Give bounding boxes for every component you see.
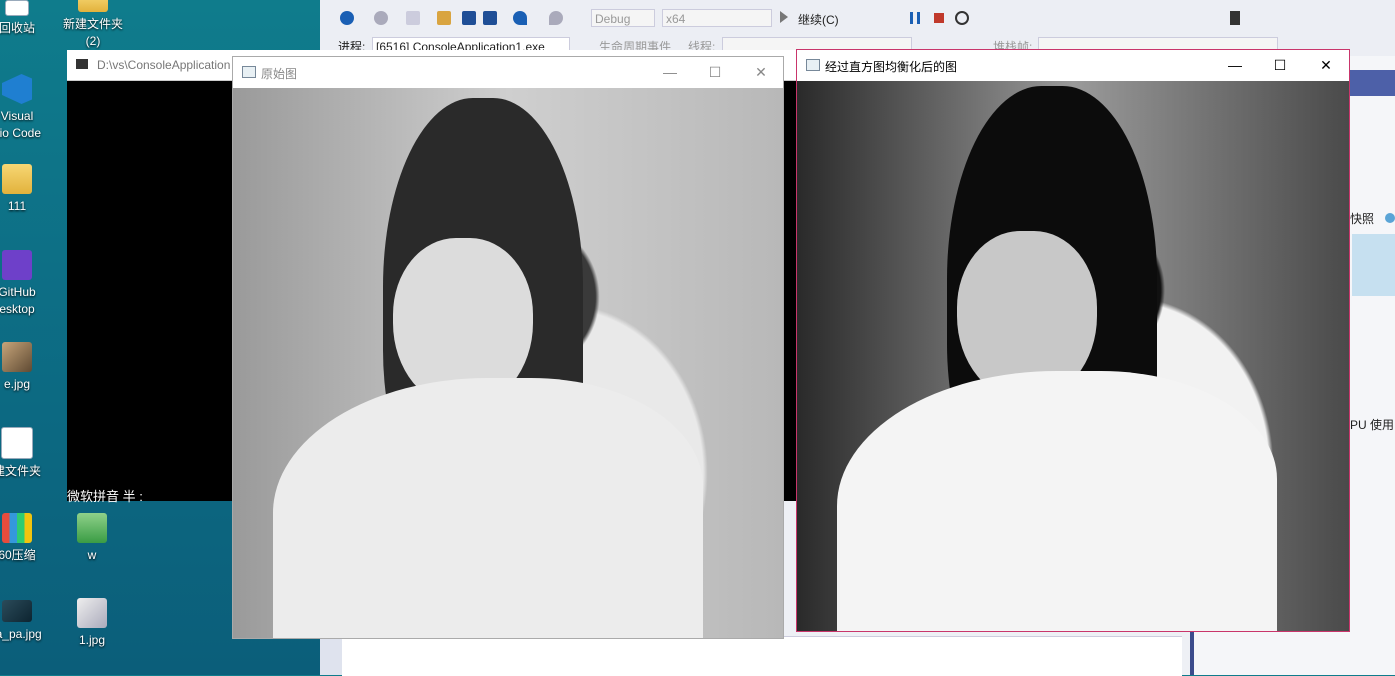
document-icon bbox=[1, 427, 33, 459]
config-select[interactable]: Debug bbox=[591, 9, 655, 27]
desktop-icon-label: GitHub esktop bbox=[0, 285, 36, 316]
restart-icon[interactable] bbox=[955, 11, 969, 25]
console-app-icon bbox=[76, 59, 88, 69]
desktop-icon-label: 60压缩 bbox=[0, 548, 36, 562]
original-photo bbox=[233, 88, 783, 638]
back-icon[interactable] bbox=[340, 11, 354, 25]
forward-icon[interactable] bbox=[374, 11, 388, 25]
github-icon bbox=[2, 250, 32, 280]
pause-icon[interactable] bbox=[910, 12, 920, 24]
desktop-icon-new-folder-2[interactable]: 新建文件夹 (2) bbox=[58, 0, 128, 50]
platform-select[interactable]: x64 bbox=[662, 9, 772, 27]
maximize-button[interactable]: ☐ bbox=[705, 62, 725, 82]
continue-button[interactable]: 继续(C) bbox=[798, 11, 839, 28]
vscode-icon bbox=[2, 74, 32, 104]
window-title: 原始图 bbox=[261, 67, 298, 81]
cpu-usage-label: PU 使用 bbox=[1350, 418, 1395, 432]
snapshot-label: 快照 bbox=[1350, 212, 1375, 226]
folder-icon bbox=[77, 513, 107, 543]
vs-editor-area[interactable] bbox=[342, 636, 1182, 676]
window-title: 经过直方图均衡化后的图 bbox=[825, 60, 958, 74]
redo-icon[interactable] bbox=[549, 11, 563, 25]
snapshot-dot-icon bbox=[1385, 213, 1395, 223]
desktop-icon-label: 回收站 bbox=[0, 21, 35, 35]
desktop-icon-new-folder[interactable]: 建文件夹 bbox=[0, 427, 52, 480]
desktop-icon-label: 1.jpg bbox=[78, 633, 106, 647]
desktop-icon-label: Visual dio Code bbox=[0, 109, 42, 140]
undo-icon[interactable] bbox=[513, 11, 527, 25]
desktop-icon-label: 建文件夹 bbox=[0, 464, 41, 478]
desktop-icon-vscode[interactable]: Visual dio Code bbox=[0, 74, 52, 142]
desktop-icon-1-jpg[interactable]: 1.jpg bbox=[57, 598, 127, 649]
save-icon[interactable] bbox=[462, 11, 476, 25]
window-app-icon bbox=[806, 59, 820, 71]
window-app-icon bbox=[242, 66, 256, 78]
desktop-icon-label: e.jpg bbox=[3, 377, 31, 391]
image-icon bbox=[2, 600, 32, 622]
window-equalized-image[interactable]: 经过直方图均衡化后的图 — ☐ ✕ bbox=[796, 49, 1350, 632]
console-title: D:\vs\ConsoleApplication bbox=[97, 58, 231, 72]
recycle-bin-icon bbox=[5, 0, 29, 16]
maximize-button[interactable]: ☐ bbox=[1270, 55, 1290, 75]
config-value: Debug bbox=[595, 12, 631, 26]
titlebar[interactable]: 原始图 — ☐ ✕ bbox=[233, 57, 783, 87]
vs-toolbar: Debug x64 继续(C) bbox=[320, 0, 1395, 37]
hood-shape bbox=[273, 378, 703, 638]
minimize-button[interactable]: — bbox=[1225, 55, 1245, 75]
desktop-icon-111[interactable]: 111 bbox=[0, 164, 52, 215]
close-button[interactable]: ✕ bbox=[1316, 55, 1336, 75]
desktop-icon-recycle-bin[interactable]: 回收站 bbox=[0, 0, 52, 37]
bookmark-icon[interactable] bbox=[1230, 11, 1240, 25]
memory-graph bbox=[1352, 234, 1395, 296]
desktop-icon-ta-pa-jpg[interactable]: ta_pa.jpg bbox=[0, 600, 52, 643]
ime-status-text: 微软拼音 半 : bbox=[67, 489, 143, 504]
image-icon bbox=[2, 342, 32, 372]
folder-icon bbox=[78, 0, 108, 12]
platform-value: x64 bbox=[666, 12, 686, 26]
desktop-icon-label: 新建文件夹 (2) bbox=[62, 17, 123, 48]
open-folder-icon[interactable] bbox=[437, 11, 451, 25]
desktop-icon-360zip[interactable]: 60压缩 bbox=[0, 513, 52, 564]
folder-icon bbox=[2, 164, 32, 194]
titlebar[interactable]: 经过直方图均衡化后的图 — ☐ ✕ bbox=[797, 50, 1349, 80]
close-button[interactable]: ✕ bbox=[751, 62, 771, 82]
save-all-icon[interactable] bbox=[483, 11, 497, 25]
hood-shape bbox=[837, 371, 1277, 631]
equalized-photo bbox=[797, 81, 1349, 631]
desktop-icon-label: ta_pa.jpg bbox=[0, 627, 42, 641]
play-icon[interactable] bbox=[780, 11, 788, 23]
minimize-button[interactable]: — bbox=[660, 62, 680, 82]
zip-icon bbox=[2, 513, 32, 543]
desktop-icon-label: w bbox=[87, 548, 97, 562]
window-original-image[interactable]: 原始图 — ☐ ✕ bbox=[232, 56, 784, 639]
new-item-icon[interactable] bbox=[406, 11, 420, 25]
image-icon bbox=[77, 598, 107, 628]
desktop-icon-e-jpg[interactable]: e.jpg bbox=[0, 342, 52, 393]
stop-icon[interactable] bbox=[934, 13, 944, 23]
desktop-icon-w[interactable]: w bbox=[57, 513, 127, 564]
desktop-icon-label: 111 bbox=[7, 199, 27, 213]
desktop-icon-github[interactable]: GitHub esktop bbox=[0, 250, 52, 318]
